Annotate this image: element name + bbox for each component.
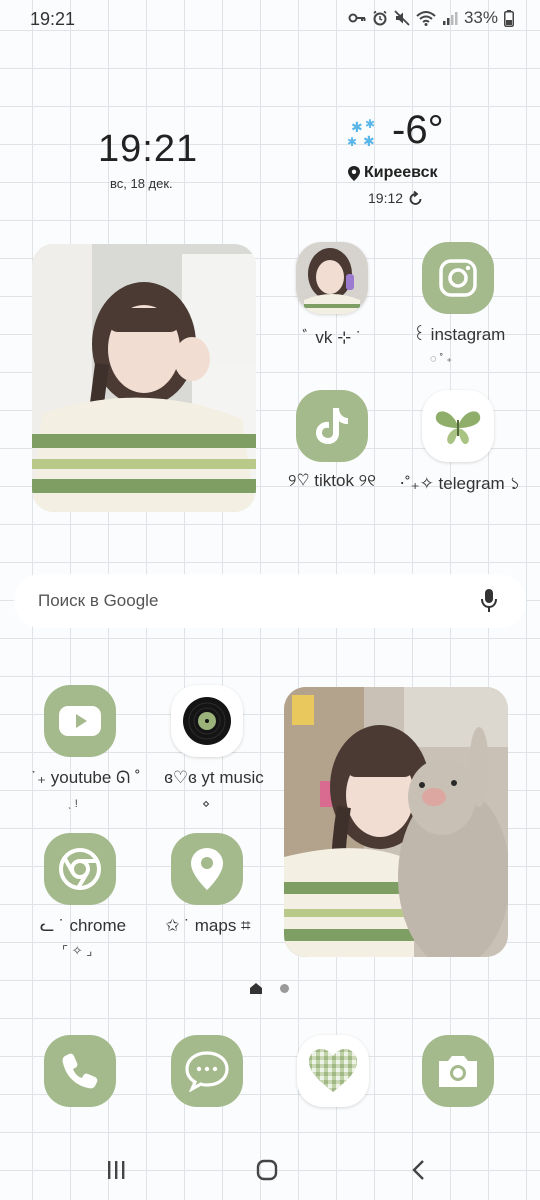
tiktok-icon (296, 390, 368, 462)
recents-icon (108, 1161, 125, 1179)
chrome-icon (44, 833, 116, 905)
camera-icon (422, 1035, 494, 1107)
app-maps-label: ✩ ˙ maps ⌗ (165, 916, 251, 935)
app-tiktok[interactable] (296, 390, 368, 462)
refresh-icon[interactable] (408, 190, 423, 206)
home-icon (256, 1159, 278, 1181)
telegram-butterfly-icon (422, 390, 494, 462)
page-dot-2[interactable] (280, 984, 289, 993)
clock-date: вс, 18 дек. (110, 176, 173, 191)
clock-time[interactable]: 19:21 (98, 128, 198, 171)
nav-recents-button[interactable] (106, 1160, 126, 1180)
app-youtube-deco: ˎ ! (68, 798, 78, 810)
app-yt-music-deco: ⋄ (202, 796, 211, 811)
battery-icon (504, 9, 514, 27)
weather-temperature[interactable]: -6° (392, 108, 444, 153)
back-icon (412, 1160, 424, 1180)
photo-widget-1[interactable] (32, 244, 256, 512)
wifi-icon (416, 11, 436, 26)
app-youtube-label: ˙₊ youtube ᘏ ˚ (31, 768, 141, 787)
messages-icon (171, 1035, 243, 1107)
gingham-heart-icon (297, 1035, 369, 1107)
app-instagram[interactable] (422, 242, 494, 314)
app-maps[interactable] (171, 833, 243, 905)
home-page-dot-icon[interactable] (250, 983, 262, 994)
dock-camera[interactable] (422, 1035, 494, 1107)
app-instagram-deco: ◌ ˚ ₊ (430, 353, 453, 365)
search-placeholder[interactable]: Поиск в Google (38, 591, 158, 611)
vk-icon (296, 242, 368, 314)
nav-home-button[interactable] (256, 1159, 278, 1181)
app-vk-label: ﾞ vk ⊹ ˙ (302, 328, 362, 347)
status-time: 19:21 (30, 9, 76, 29)
mute-icon (394, 10, 410, 26)
app-yt-music[interactable] (171, 685, 243, 757)
svg-text:✱: ✱ (347, 135, 357, 149)
dock-gallery[interactable] (297, 1035, 369, 1107)
phone-icon (44, 1035, 116, 1107)
app-telegram[interactable] (422, 390, 494, 462)
vinyl-record-icon (171, 685, 243, 757)
photo-girl-bunny (284, 687, 508, 957)
app-chrome[interactable] (44, 833, 116, 905)
location-pin-icon (348, 165, 360, 181)
app-tiktok-label: ୨♡ tiktok ୨୧ (287, 471, 376, 490)
signal-icon (442, 12, 458, 25)
photo-widget-2[interactable] (284, 687, 508, 957)
status-icons: 33% (348, 8, 514, 28)
map-pin-icon (171, 833, 243, 905)
app-chrome-deco: ⌜ ✧ ⌟ (62, 943, 93, 958)
app-yt-music-label: ɞ♡ɞ yt music (164, 768, 264, 787)
app-vk[interactable] (296, 242, 368, 314)
app-youtube[interactable] (44, 685, 116, 757)
weather-location-label: Киреевск (364, 164, 438, 181)
weather-updated-time: 19:12 (368, 190, 404, 206)
nav-back-button[interactable] (410, 1159, 426, 1181)
microphone-icon[interactable] (480, 588, 498, 614)
weather-updated: 19:12 (368, 190, 423, 206)
app-telegram-label: ⋅˚₊✧ telegram ১ (399, 474, 521, 493)
svg-text:✱: ✱ (365, 118, 375, 131)
app-instagram-label: ꒰ instagram (412, 325, 506, 344)
instagram-icon (422, 242, 494, 314)
weather-location: Киреевск (348, 164, 438, 182)
svg-text:✱: ✱ (363, 134, 375, 150)
youtube-icon (44, 685, 116, 757)
svg-text:✱: ✱ (351, 120, 363, 136)
alarm-icon (373, 10, 387, 26)
key-icon (348, 13, 366, 23)
app-chrome-label: ᓚ ˙ chrome (39, 916, 127, 935)
snow-weather-icon: ✱ ✱ ✱ ✱ (347, 118, 375, 150)
photo-girl-sweater (32, 244, 256, 512)
dock-messages[interactable] (171, 1035, 243, 1107)
page-indicator[interactable] (250, 983, 289, 994)
battery-percent: 33% (463, 8, 498, 27)
dock-phone[interactable] (44, 1035, 116, 1107)
